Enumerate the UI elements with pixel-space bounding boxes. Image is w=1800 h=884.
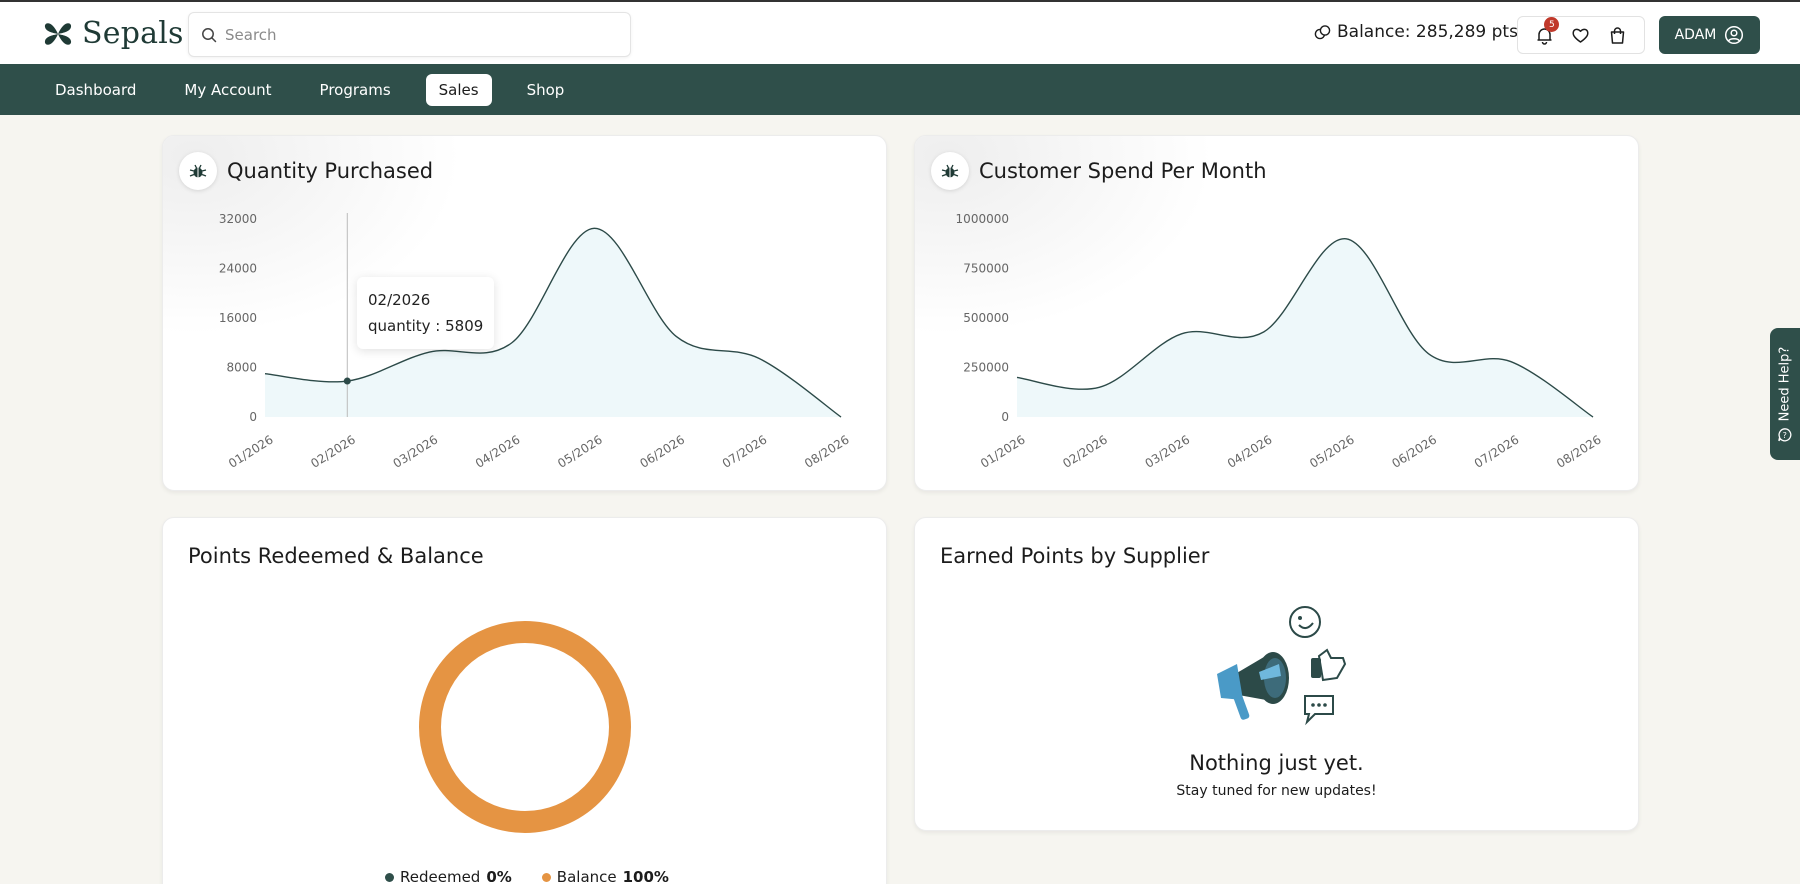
tooltip-value: quantity : 5809 bbox=[368, 317, 484, 335]
user-menu-button[interactable]: ADAM bbox=[1659, 16, 1760, 54]
notifications-button[interactable]: 5 bbox=[1530, 17, 1560, 49]
nav-dashboard[interactable]: Dashboard bbox=[42, 74, 149, 106]
empty-state-subtitle: Stay tuned for new updates! bbox=[1176, 783, 1377, 799]
need-help-label: Need Help? bbox=[1777, 346, 1793, 421]
sepals-flower-icon bbox=[44, 22, 72, 45]
y-tick-label: 250000 bbox=[963, 361, 1009, 375]
cart-button[interactable] bbox=[1604, 21, 1632, 49]
area-fill bbox=[1017, 238, 1593, 417]
search-icon bbox=[202, 27, 217, 42]
legend-dot bbox=[385, 872, 394, 882]
y-tick-label: 0 bbox=[1001, 410, 1009, 424]
quantity-purchased-card: 0 8000 16000 24000 32000 01/2026 02/2026 03/202… bbox=[162, 135, 887, 491]
x-tick-label: 06/2026 bbox=[1389, 432, 1439, 470]
x-tick-label: 02/2026 bbox=[308, 432, 358, 470]
chart-badge bbox=[931, 152, 969, 190]
user-circle-icon bbox=[1725, 25, 1744, 45]
y-tick-label: 1000000 bbox=[956, 212, 1009, 226]
bug-icon bbox=[941, 164, 959, 178]
x-tick-label: 03/2026 bbox=[1143, 432, 1193, 470]
x-tick-label: 07/2026 bbox=[1472, 432, 1522, 470]
heart-icon bbox=[1572, 28, 1589, 43]
x-tick-label: 08/2026 bbox=[1554, 432, 1604, 470]
user-name: ADAM bbox=[1674, 27, 1717, 43]
need-help-tab[interactable]: ? Need Help? bbox=[1770, 328, 1800, 460]
nav-sales[interactable]: Sales bbox=[425, 73, 492, 106]
x-tick-label: 04/2026 bbox=[1225, 432, 1275, 470]
legend-dot bbox=[541, 872, 551, 882]
donut-legend: Redeemed 0% Balance 100% bbox=[385, 868, 669, 884]
bug-icon bbox=[189, 164, 207, 178]
x-tick-label: 01/2026 bbox=[226, 432, 276, 470]
legend-value: 100% bbox=[622, 868, 669, 884]
y-tick-label: 0 bbox=[249, 410, 257, 424]
points-donut-chart bbox=[419, 621, 631, 833]
x-tick-label: 01/2026 bbox=[978, 432, 1028, 470]
y-tick-label: 24000 bbox=[219, 262, 257, 276]
points-redeemed-card: Points Redeemed & Balance bbox=[162, 517, 887, 884]
y-tick-label: 8000 bbox=[226, 361, 257, 375]
card-title: Quantity Purchased bbox=[227, 159, 434, 183]
x-tick-label: 05/2026 bbox=[1307, 432, 1357, 470]
legend-label: Balance bbox=[556, 868, 617, 884]
nav-my-account[interactable]: My Account bbox=[171, 74, 284, 106]
tooltip-date: 02/2026 bbox=[368, 291, 431, 309]
area-fill bbox=[265, 228, 841, 417]
coins-icon bbox=[1314, 24, 1331, 39]
hover-point bbox=[343, 377, 351, 385]
earned-points-card: Earned Points by Supplier Nothing just y… bbox=[914, 517, 1639, 831]
x-tick-label: 06/2026 bbox=[637, 432, 687, 470]
x-tick-label: 02/2026 bbox=[1060, 432, 1110, 470]
megaphone-illustration-icon bbox=[1217, 606, 1347, 726]
legend-label: Redeemed bbox=[400, 868, 481, 884]
svg-text:?: ? bbox=[1783, 430, 1787, 439]
legend-redeemed: Redeemed 0% bbox=[385, 868, 512, 884]
chart-badge bbox=[179, 152, 217, 190]
balance-text: Balance: 285,289 pts bbox=[1337, 22, 1518, 42]
donut-slice-balance bbox=[419, 621, 631, 833]
brand-name: Sepals bbox=[82, 16, 184, 51]
x-tick-label: 03/2026 bbox=[391, 432, 441, 470]
y-tick-label: 16000 bbox=[219, 311, 257, 325]
legend-value: 0% bbox=[486, 868, 512, 884]
x-tick-label: 08/2026 bbox=[802, 432, 852, 470]
y-tick-label: 750000 bbox=[963, 262, 1009, 276]
main-nav: Dashboard My Account Programs Sales Shop bbox=[0, 64, 1800, 115]
need-help-content: ? Need Help? bbox=[1778, 346, 1793, 442]
chat-help-icon: ? bbox=[1778, 427, 1792, 441]
points-balance: Balance: 285,289 pts bbox=[1314, 22, 1518, 42]
card-title: Customer Spend Per Month bbox=[979, 159, 1267, 183]
x-tick-label: 05/2026 bbox=[555, 432, 605, 470]
brand-logo[interactable]: Sepals bbox=[42, 16, 184, 51]
legend-balance: Balance 100% bbox=[541, 868, 669, 884]
y-tick-label: 500000 bbox=[963, 311, 1009, 325]
empty-state-title: Nothing just yet. bbox=[1189, 751, 1364, 775]
customer-spend-card: 0 250000 500000 750000 1000000 01/2026 02/2026… bbox=[914, 135, 1639, 491]
x-tick-label: 04/2026 bbox=[473, 432, 523, 470]
search-input[interactable] bbox=[225, 25, 605, 44]
y-tick-label: 32000 bbox=[219, 212, 257, 226]
header-actions: 5 bbox=[1517, 16, 1645, 54]
card-header: Quantity Purchased bbox=[179, 152, 433, 190]
x-tick-label: 07/2026 bbox=[720, 432, 770, 470]
top-header: Sepals Balance: 285,289 pts 5 bbox=[0, 0, 1800, 64]
wishlist-button[interactable] bbox=[1567, 21, 1595, 49]
card-header: Customer Spend Per Month bbox=[931, 152, 1267, 190]
shopping-bag-icon bbox=[1610, 26, 1625, 44]
chart-tooltip: 02/2026 quantity : 5809 bbox=[357, 277, 495, 349]
nav-shop[interactable]: Shop bbox=[514, 74, 578, 106]
search-box bbox=[188, 12, 631, 57]
notification-badge: 5 bbox=[1544, 17, 1560, 32]
nav-programs[interactable]: Programs bbox=[307, 74, 404, 106]
card-title: Earned Points by Supplier bbox=[940, 544, 1210, 568]
